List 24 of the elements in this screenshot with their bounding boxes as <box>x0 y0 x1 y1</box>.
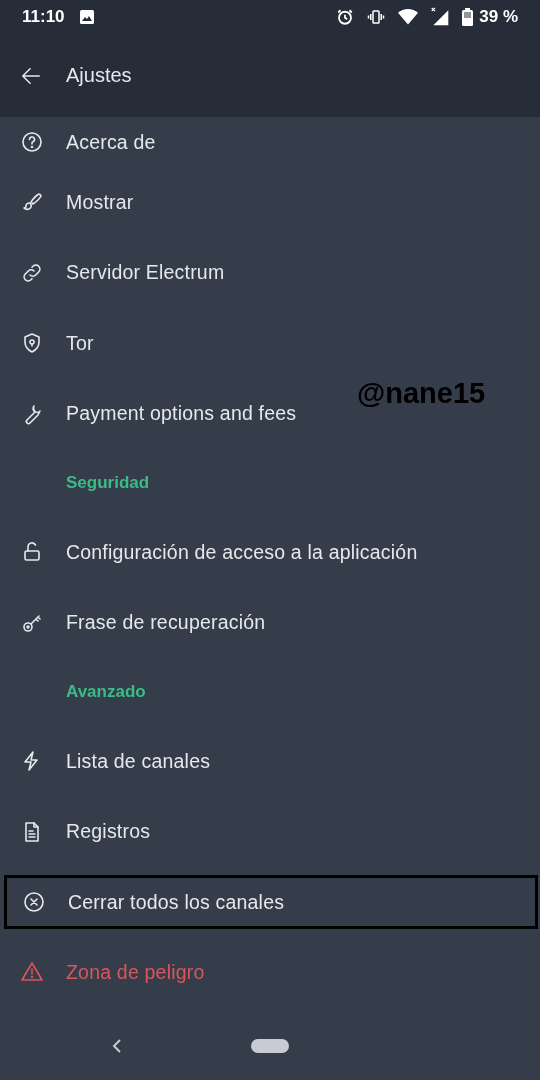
vibrate-icon <box>366 8 387 26</box>
clock: 11:10 <box>22 7 65 27</box>
screen-title: Ajustes <box>66 64 132 87</box>
section-header: Seguridad <box>65 472 151 494</box>
image-icon <box>78 9 95 25</box>
settings-item[interactable]: Mostrar <box>0 167 540 238</box>
help-icon <box>20 130 44 154</box>
battery-icon <box>462 8 474 26</box>
wifi-icon <box>398 9 419 25</box>
signal-icon <box>430 7 451 27</box>
settings-item[interactable]: Frase de recuperación <box>0 587 540 658</box>
settings-item[interactable]: Acerca de <box>0 117 540 167</box>
section-header: Avanzado <box>65 681 147 703</box>
settings-item[interactable]: Configuración de acceso a la aplicación <box>0 517 540 588</box>
settings-item[interactable]: Tor <box>0 308 540 379</box>
alarm-icon <box>336 8 355 26</box>
settings-item[interactable]: Registros <box>0 796 540 867</box>
home-pill[interactable] <box>251 1039 289 1053</box>
overlay-text: @nane15 <box>357 377 486 410</box>
battery-percent: 39 % <box>479 7 518 27</box>
settings-item[interactable]: Lista de canales <box>0 726 540 797</box>
close-icon <box>22 890 46 914</box>
settings-item[interactable]: Cerrar todos los canales <box>4 875 538 929</box>
settings-item[interactable]: Servidor Electrum <box>0 237 540 308</box>
